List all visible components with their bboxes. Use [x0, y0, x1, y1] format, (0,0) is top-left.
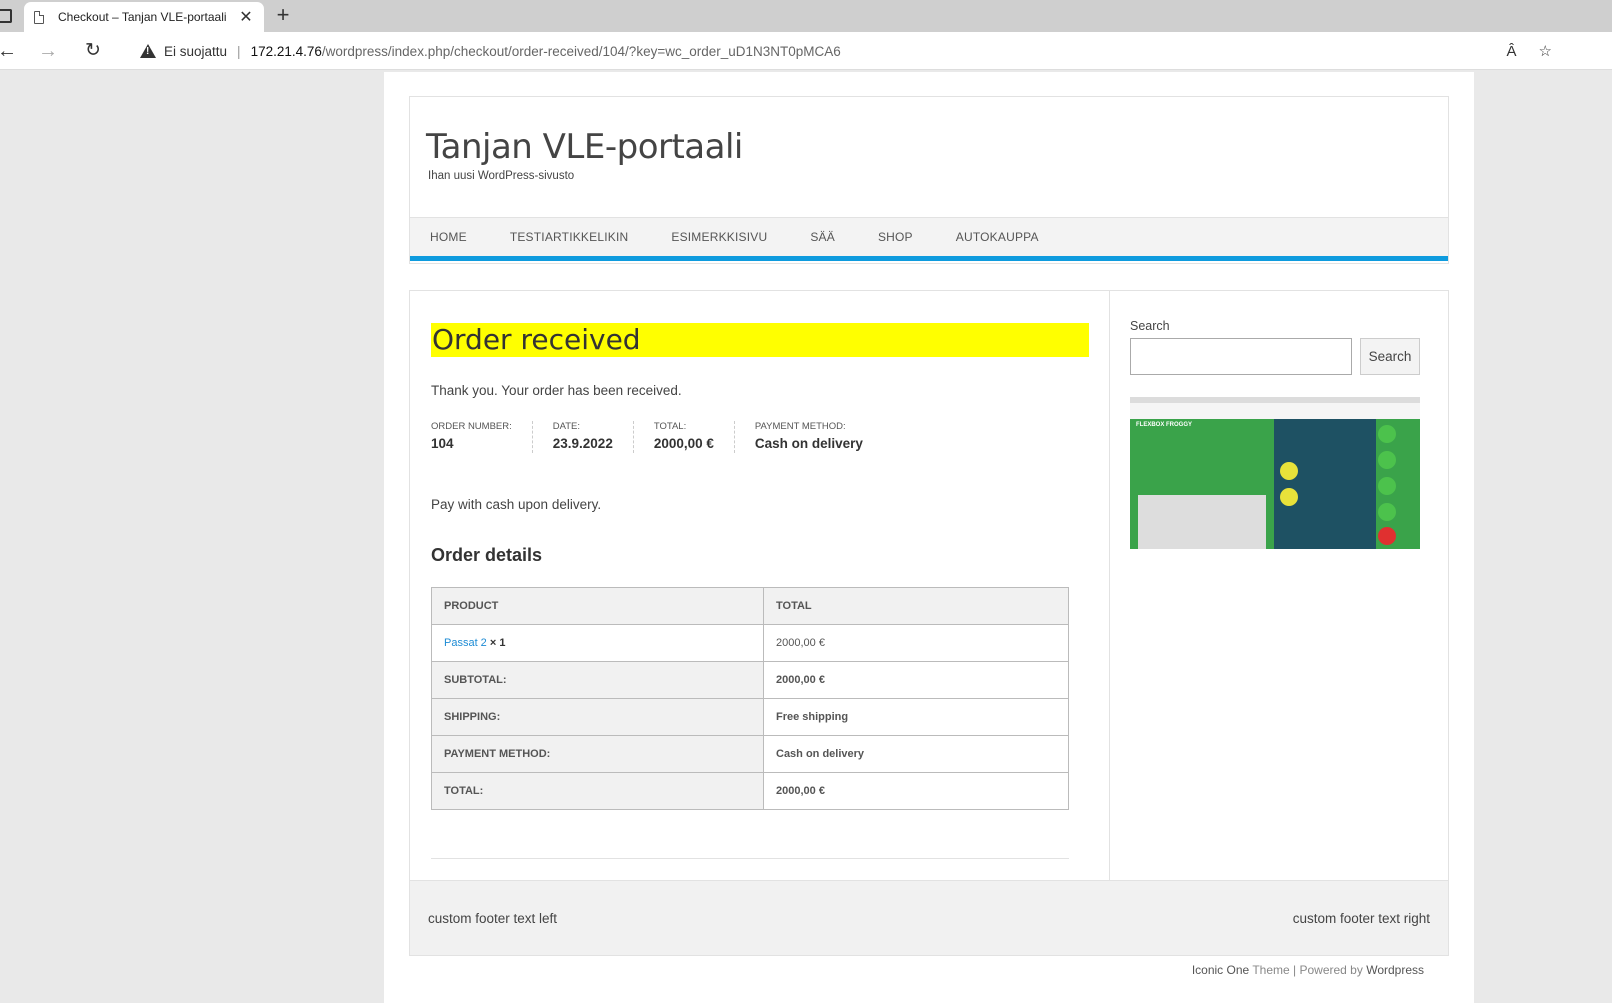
- page-container: Tanjan VLE-portaali Ihan uusi WordPress-…: [384, 72, 1474, 1003]
- subtotal-value: 2000,00 €: [763, 661, 1069, 699]
- site-tagline: Ihan uusi WordPress-sivusto: [428, 170, 575, 182]
- wordpress-link[interactable]: Wordpress: [1366, 963, 1424, 977]
- frog-icon: [1378, 477, 1396, 495]
- shipping-value: Free shipping: [763, 698, 1069, 736]
- window-menu-icon[interactable]: [0, 9, 12, 23]
- overview-label: TOTAL:: [653, 421, 687, 432]
- payment-method-label: PAYMENT METHOD:: [431, 735, 764, 773]
- overview-label: DATE:: [552, 421, 581, 432]
- url-path: /wordpress/index.php/checkout/order-rece…: [321, 43, 841, 59]
- frog-icon: [1378, 451, 1396, 469]
- table-row: Passat 2 × 1 2000,00 €: [431, 624, 1069, 662]
- order-details-title: Order details: [431, 545, 543, 565]
- overview-order-number: ORDER NUMBER: 104: [431, 421, 533, 453]
- menu-item-esimerkkisivu[interactable]: ESIMERKKISIVU: [671, 230, 767, 244]
- back-icon[interactable]: ←: [0, 38, 20, 64]
- total-label: TOTAL:: [431, 772, 764, 810]
- read-aloud-icon[interactable]: Â: [1507, 43, 1517, 60]
- content-area: Order received Thank you. Your order has…: [409, 290, 1449, 905]
- order-details-table: PRODUCT TOTAL Passat 2 × 1 2000,00 € SUB…: [431, 587, 1069, 810]
- sidebar-screenshot-image[interactable]: FLEXBOX FROGGY: [1130, 397, 1420, 549]
- thumb-toolbar: [1130, 403, 1420, 419]
- overview-label: ORDER NUMBER:: [431, 421, 512, 432]
- column-header-total: TOTAL: [763, 587, 1069, 625]
- menu-item-saa[interactable]: SÄÄ: [810, 230, 835, 244]
- product-quantity: × 1: [489, 637, 506, 649]
- search-button[interactable]: Search: [1360, 338, 1420, 375]
- table-row: SUBTOTAL: 2000,00 €: [431, 661, 1069, 699]
- overview-value: Cash on delivery: [754, 436, 863, 451]
- column-header-product: PRODUCT: [431, 587, 764, 625]
- frog-icon: [1378, 425, 1396, 443]
- address-separator: |: [237, 43, 241, 59]
- url-host: 172.21.4.76: [250, 43, 322, 59]
- overview-total: TOTAL: 2000,00 €: [654, 421, 735, 453]
- menu-item-autokauppa[interactable]: AUTOKAUPPA: [956, 230, 1039, 244]
- overview-value: 23.9.2022: [552, 436, 613, 451]
- site-title[interactable]: Tanjan VLE-portaali: [426, 127, 743, 167]
- footer-text-left: custom footer text left: [428, 911, 558, 926]
- close-tab-icon[interactable]: ✕: [238, 7, 254, 27]
- forward-icon[interactable]: →: [35, 38, 61, 64]
- browser-tab-bar: Checkout – Tanjan VLE-portaali ✕ +: [0, 0, 1612, 32]
- content-divider: [431, 858, 1069, 859]
- overview-value: 104: [431, 436, 454, 451]
- credits-separator: |: [1293, 963, 1297, 977]
- frog-icon: [1280, 462, 1298, 480]
- site-header: Tanjan VLE-portaali Ihan uusi WordPress-…: [409, 96, 1449, 264]
- theme-link[interactable]: Iconic One: [1192, 963, 1249, 977]
- table-row: TOTAL: 2000,00 €: [431, 772, 1069, 810]
- new-tab-icon[interactable]: +: [272, 4, 294, 28]
- thank-you-message: Thank you. Your order has been received.: [431, 383, 682, 398]
- subtotal-label: SUBTOTAL:: [431, 661, 764, 699]
- table-row: PAYMENT METHOD: Cash on delivery: [431, 735, 1069, 773]
- theme-word: Theme: [1252, 963, 1290, 977]
- warning-icon: [140, 44, 156, 58]
- menu-item-home[interactable]: HOME: [430, 230, 467, 244]
- search-label: Search: [1130, 319, 1170, 333]
- browser-toolbar: ← → ↻ Ei suojattu | 172.21.4.76 /wordpre…: [0, 32, 1612, 70]
- frog-icon: [1378, 503, 1396, 521]
- order-overview: ORDER NUMBER: 104 DATE: 23.9.2022 TOTAL:…: [431, 421, 903, 453]
- tab-title: Checkout – Tanjan VLE-portaali: [58, 10, 227, 24]
- insecure-label[interactable]: Ei suojattu: [164, 44, 227, 59]
- total-value: 2000,00 €: [763, 772, 1069, 810]
- page-title: Order received: [431, 323, 1089, 357]
- frog-icon: [1280, 488, 1298, 506]
- product-cell: Passat 2 × 1: [431, 624, 764, 662]
- reload-icon[interactable]: ↻: [80, 38, 106, 64]
- table-header-row: PRODUCT TOTAL: [431, 587, 1069, 625]
- powered-by-label: Powered by: [1299, 963, 1363, 977]
- main-menu: HOME TESTIARTIKKELIKIN ESIMERKKISIVU SÄÄ…: [410, 217, 1448, 261]
- search-input[interactable]: [1130, 338, 1352, 375]
- product-link[interactable]: Passat 2: [444, 637, 487, 649]
- payment-note: Pay with cash upon delivery.: [431, 497, 602, 512]
- thumb-code-editor: [1138, 495, 1266, 549]
- thumb-title: FLEXBOX FROGGY: [1136, 422, 1193, 428]
- overview-payment-method: PAYMENT METHOD: Cash on delivery: [755, 421, 883, 453]
- favorite-icon[interactable]: ☆: [1539, 42, 1552, 60]
- footer-text-right: custom footer text right: [1292, 911, 1430, 926]
- page-icon: [34, 10, 44, 24]
- footer-credits: Iconic One Theme | Powered by Wordpress: [1192, 963, 1424, 977]
- main-content: Order received Thank you. Your order has…: [410, 291, 1110, 905]
- site-footer: custom footer text left custom footer te…: [409, 880, 1449, 956]
- shipping-label: SHIPPING:: [431, 698, 764, 736]
- payment-method-value: Cash on delivery: [763, 735, 1069, 773]
- menu-item-shop[interactable]: SHOP: [878, 230, 913, 244]
- browser-tab[interactable]: Checkout – Tanjan VLE-portaali ✕: [24, 2, 264, 32]
- overview-label: PAYMENT METHOD:: [754, 421, 846, 432]
- table-row: SHIPPING: Free shipping: [431, 698, 1069, 736]
- product-total: 2000,00 €: [763, 624, 1069, 662]
- menu-item-testiartikkelikin[interactable]: TESTIARTIKKELIKIN: [510, 230, 629, 244]
- address-bar[interactable]: Ei suojattu | 172.21.4.76 /wordpress/ind…: [122, 36, 1552, 66]
- overview-date: DATE: 23.9.2022: [553, 421, 634, 453]
- overview-value: 2000,00 €: [653, 436, 714, 451]
- frog-icon: [1378, 527, 1396, 545]
